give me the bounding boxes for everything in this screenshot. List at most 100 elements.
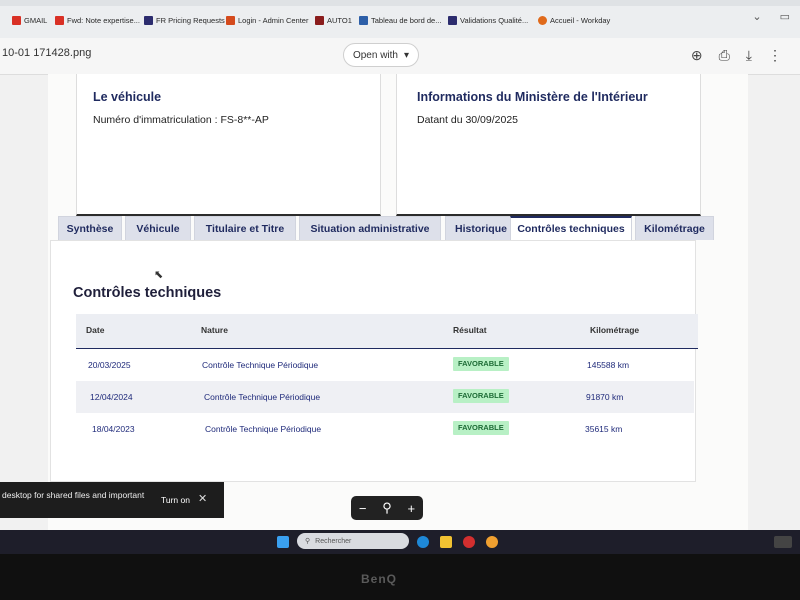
monitor-bezel xyxy=(0,554,800,600)
tab-label: Synthèse xyxy=(66,222,114,235)
col-resultat: Résultat xyxy=(453,325,487,335)
section-title: Contrôles techniques xyxy=(73,285,222,301)
viewer-toolbar: 10-01 171428.png Open with ▾ ⊕ ⎙ ⤓ ⋮ xyxy=(0,38,800,75)
file-viewer: 10-01 171428.png Open with ▾ ⊕ ⎙ ⤓ ⋮ Le … xyxy=(0,38,800,530)
file-explorer-icon[interactable] xyxy=(440,536,452,548)
photo-of-monitor: { "browser": { "bookmarks": [ {"label": … xyxy=(0,0,800,600)
cell-nature: Contrôle Technique Périodique xyxy=(205,424,322,434)
table-header: Date Nature Résultat Kilométrage xyxy=(76,314,698,349)
controles-panel: Contrôles techniques Date Nature Résulta… xyxy=(50,240,698,482)
monitor-brand-logo: BenQ xyxy=(361,572,398,586)
file-name: 10-01 171428.png xyxy=(2,47,92,59)
tab-bar: Synthèse Véhicule Titulaire et Titre Sit… xyxy=(58,216,738,240)
bookmark-folder-icon[interactable]: ▭ xyxy=(780,10,790,23)
bookmark-label: Validations Qualité... xyxy=(460,15,529,25)
workday-icon xyxy=(538,15,547,25)
add-to-drive-icon[interactable]: ⊕ xyxy=(691,47,703,64)
taskbar-search[interactable]: ⚲ Rechercher xyxy=(297,533,409,549)
bookmark-tableau[interactable]: Tableau de bord de... xyxy=(359,13,441,27)
result-badge: FAVORABLE xyxy=(453,357,509,371)
chrome-icon[interactable] xyxy=(486,536,498,548)
search-placeholder: Rechercher xyxy=(315,537,352,545)
bookmark-label: FR Pricing Requests xyxy=(156,15,225,25)
taskbar: ⚲ Rechercher xyxy=(0,530,800,554)
tab-historique[interactable]: Historique xyxy=(445,216,517,240)
app-icon xyxy=(315,15,324,25)
open-with-button[interactable]: Open with ▾ xyxy=(343,43,419,67)
table-row: 18/04/2023 Contrôle Technique Périodique… xyxy=(76,413,694,445)
mouse-cursor: ⬉ xyxy=(154,269,164,281)
bookmark-auto1[interactable]: AUTO1 xyxy=(315,13,352,27)
dropdown-icon[interactable]: ⌄ xyxy=(752,10,761,23)
turn-on-button[interactable]: Turn on xyxy=(161,495,190,505)
download-icon[interactable]: ⤓ xyxy=(746,47,752,64)
ministry-date: Datant du 30/09/2025 xyxy=(417,114,519,126)
table-row: 12/04/2024 Contrôle Technique Périodique… xyxy=(76,381,694,413)
open-with-label: Open with xyxy=(352,49,398,61)
bookmark-validations[interactable]: Validations Qualité... xyxy=(448,13,528,27)
tab-titulaire[interactable]: Titulaire et Titre xyxy=(194,216,296,240)
cell-date: 20/03/2025 xyxy=(88,360,131,370)
zoom-out-icon[interactable]: − xyxy=(359,501,367,516)
result-badge: FAVORABLE xyxy=(453,389,509,403)
cell-date: 12/04/2024 xyxy=(90,392,133,402)
col-nature: Nature xyxy=(201,325,228,335)
cell-km: 35615 km xyxy=(585,424,623,434)
tab-label: Situation administrative xyxy=(310,222,430,235)
vehicle-card: Le véhicule Numéro d'immatriculation : F… xyxy=(76,74,381,216)
bookmark-gmail[interactable]: GMAIL xyxy=(12,13,47,27)
edge-browser-icon[interactable] xyxy=(417,536,429,548)
cell-date: 18/04/2023 xyxy=(92,424,135,434)
table-row: 20/03/2025 Contrôle Technique Périodique… xyxy=(76,349,694,381)
notification-toast: desktop for shared files and important T… xyxy=(0,482,224,518)
bookmark-workday[interactable]: Accueil - Workday xyxy=(538,13,610,27)
bookmark-label: AUTO1 xyxy=(327,15,352,25)
zoom-controls: − ⚲ + xyxy=(351,496,423,520)
gmail-icon xyxy=(12,15,21,25)
bookmark-label: Accueil - Workday xyxy=(550,15,611,25)
zoom-magnifier-icon[interactable]: ⚲ xyxy=(382,500,392,516)
ministry-card: Informations du Ministère de l'Intérieur… xyxy=(396,74,701,216)
vehicle-card-title: Le véhicule xyxy=(93,90,162,104)
tab-synthese[interactable]: Synthèse xyxy=(58,216,122,240)
bookmark-label: Fwd: Note expertise... xyxy=(67,15,140,25)
bookmark-label: GMAIL xyxy=(24,15,48,25)
bookmark-label: Login - Admin Center xyxy=(238,15,309,25)
address-bar-strip xyxy=(0,0,800,6)
system-tray-icon[interactable] xyxy=(774,536,792,548)
tab-label: Véhicule xyxy=(136,222,180,235)
notification-message: desktop for shared files and important xyxy=(2,490,145,500)
tab-kilometrage[interactable]: Kilométrage xyxy=(635,216,714,240)
opera-icon[interactable] xyxy=(463,536,475,548)
browser-controls: ⌄ ▭ xyxy=(752,10,790,23)
cell-nature: Contrôle Technique Périodique xyxy=(204,392,321,402)
viewer-actions: ⊕ ⎙ ⤓ ⋮ xyxy=(691,47,782,64)
tab-vehicule[interactable]: Véhicule xyxy=(125,216,191,240)
app-icon xyxy=(226,15,235,25)
close-icon[interactable]: ✕ xyxy=(198,492,207,505)
bookmark-admin-center[interactable]: Login - Admin Center xyxy=(226,13,308,27)
document-page: Le véhicule Numéro d'immatriculation : F… xyxy=(48,74,748,530)
col-date: Date xyxy=(86,325,105,335)
more-options-icon[interactable]: ⋮ xyxy=(768,47,782,64)
print-icon[interactable]: ⎙ xyxy=(719,47,730,64)
caret-down-icon: ▾ xyxy=(404,49,410,61)
search-icon: ⚲ xyxy=(305,538,311,545)
tab-label: Contrôles techniques xyxy=(517,223,625,235)
tab-situation-administrative[interactable]: Situation administrative xyxy=(299,216,441,240)
registration-number: Numéro d'immatriculation : FS-8**-AP xyxy=(93,114,269,126)
start-icon[interactable] xyxy=(277,536,289,548)
app-icon xyxy=(359,15,368,25)
bookmark-fwd-note[interactable]: Fwd: Note expertise... xyxy=(55,13,140,27)
bookmark-label: Tableau de bord de... xyxy=(371,15,442,25)
app-icon xyxy=(144,15,153,25)
app-icon xyxy=(448,15,457,25)
gmail-icon xyxy=(55,15,64,25)
tab-controles-techniques[interactable]: Contrôles techniques xyxy=(510,216,632,240)
bookmarks-bar: GMAIL Fwd: Note expertise... FR Pricing … xyxy=(0,0,800,38)
cell-nature: Contrôle Technique Périodique xyxy=(202,360,319,370)
bookmark-pricing[interactable]: FR Pricing Requests xyxy=(144,13,225,27)
cell-km: 145588 km xyxy=(587,360,630,370)
zoom-in-icon[interactable]: + xyxy=(408,501,416,516)
tab-label: Historique xyxy=(455,222,507,235)
